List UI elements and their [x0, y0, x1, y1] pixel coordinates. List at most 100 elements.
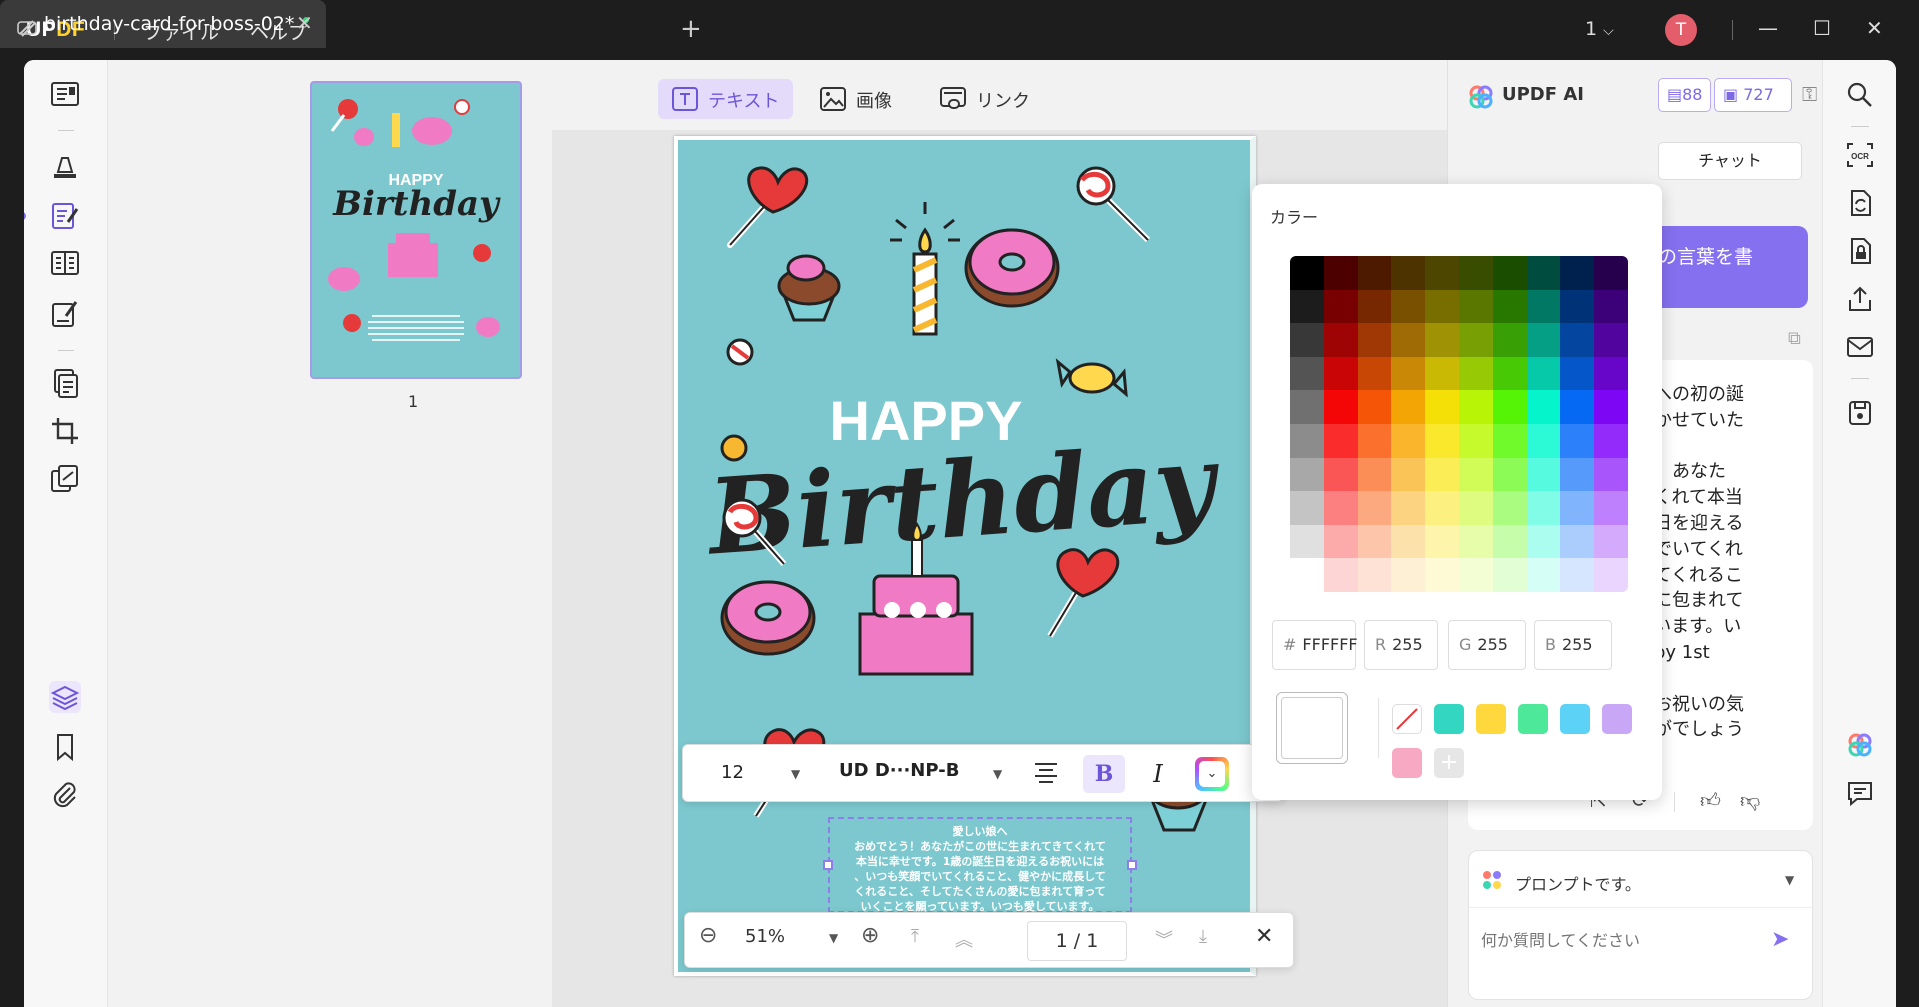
add-color-button[interactable]: +: [1434, 748, 1464, 778]
reader-icon[interactable]: [48, 78, 82, 112]
color-cell[interactable]: [1526, 256, 1561, 290]
color-cell[interactable]: [1458, 491, 1493, 525]
preset-swatch[interactable]: [1476, 704, 1506, 734]
organize-pages-icon[interactable]: [48, 246, 82, 280]
convert-icon[interactable]: [48, 366, 82, 400]
preset-swatch[interactable]: [1518, 704, 1548, 734]
search-icon[interactable]: [1845, 80, 1875, 110]
add-image-button[interactable]: 画像: [806, 79, 906, 119]
color-cell[interactable]: [1290, 289, 1324, 324]
edit-pdf-icon[interactable]: [48, 198, 82, 232]
color-cell[interactable]: [1323, 289, 1358, 324]
color-cell[interactable]: [1290, 457, 1324, 492]
color-cell[interactable]: [1290, 356, 1324, 391]
attachment-icon[interactable]: [48, 778, 82, 812]
lock-icon[interactable]: ⚿: [1802, 82, 1817, 106]
color-cell[interactable]: [1357, 390, 1392, 424]
bold-button[interactable]: B: [1083, 755, 1125, 793]
color-cell[interactable]: [1526, 323, 1561, 357]
color-cell[interactable]: [1323, 457, 1358, 492]
color-cell[interactable]: [1357, 256, 1392, 290]
color-cell[interactable]: [1391, 356, 1426, 391]
color-cell[interactable]: [1290, 423, 1324, 458]
color-cell[interactable]: [1526, 356, 1561, 391]
color-cell[interactable]: [1323, 491, 1358, 525]
color-cell[interactable]: [1357, 323, 1392, 357]
user-avatar[interactable]: T: [1665, 14, 1697, 46]
page-thumbnail[interactable]: HAPPY Birthday: [310, 81, 522, 379]
color-cell[interactable]: [1492, 256, 1527, 290]
color-cell[interactable]: [1357, 558, 1392, 592]
comment-highlight-icon[interactable]: [48, 148, 82, 182]
thumbs-down-icon[interactable]: 👎︎: [1740, 788, 1760, 813]
bookmark-icon[interactable]: [48, 730, 82, 764]
color-cell[interactable]: [1560, 289, 1595, 324]
tab-chat[interactable]: チャット: [1658, 142, 1802, 180]
preset-swatch[interactable]: [1392, 748, 1422, 778]
color-cell[interactable]: [1290, 558, 1324, 592]
color-cell[interactable]: [1458, 289, 1493, 324]
resize-handle-right[interactable]: [1127, 860, 1137, 870]
font-name-chevron-icon[interactable]: ▼: [993, 767, 1002, 781]
color-cell[interactable]: [1594, 491, 1628, 525]
zoom-level[interactable]: 51%: [745, 926, 785, 947]
share-icon[interactable]: [1845, 284, 1875, 314]
color-cell[interactable]: [1594, 390, 1628, 424]
color-cell[interactable]: [1492, 524, 1527, 559]
color-cell[interactable]: [1425, 558, 1459, 592]
color-cell[interactable]: [1323, 323, 1358, 357]
color-cell[interactable]: [1290, 390, 1324, 424]
color-cell[interactable]: [1560, 491, 1595, 525]
color-cell[interactable]: [1425, 323, 1459, 357]
last-page-icon[interactable]: ⤓: [1199, 926, 1207, 947]
color-cell[interactable]: [1458, 256, 1493, 290]
color-cell[interactable]: [1323, 558, 1358, 592]
color-cell[interactable]: [1323, 390, 1358, 424]
thumbs-up-icon[interactable]: 👍︎: [1700, 788, 1721, 813]
text-color-button[interactable]: ⌄: [1195, 757, 1229, 791]
font-size-chevron-icon[interactable]: ▼: [791, 767, 800, 781]
color-cell[interactable]: [1323, 423, 1358, 458]
add-link-button[interactable]: リンク: [926, 79, 1044, 119]
color-cell[interactable]: [1560, 558, 1595, 592]
color-cell[interactable]: [1458, 323, 1493, 357]
color-cell[interactable]: [1560, 524, 1595, 559]
color-cell[interactable]: [1391, 323, 1426, 357]
color-cell[interactable]: [1458, 423, 1493, 458]
color-cell[interactable]: [1425, 356, 1459, 391]
close-window-icon[interactable]: ✕: [1866, 16, 1883, 40]
send-icon[interactable]: ➤: [1771, 927, 1789, 952]
resize-handle-left[interactable]: [823, 860, 833, 870]
color-cell[interactable]: [1357, 524, 1392, 559]
color-cell[interactable]: [1526, 423, 1561, 458]
close-nav-icon[interactable]: ✕: [1255, 924, 1273, 949]
color-cell[interactable]: [1425, 491, 1459, 525]
preset-swatch[interactable]: [1560, 704, 1590, 734]
color-cell[interactable]: [1357, 491, 1392, 525]
save-icon[interactable]: [1845, 398, 1875, 428]
color-cell[interactable]: [1594, 457, 1628, 492]
color-cell[interactable]: [1492, 390, 1527, 424]
updf-ai-icon[interactable]: [1845, 730, 1875, 760]
color-cell[interactable]: [1425, 256, 1459, 290]
next-page-icon[interactable]: ︾: [1155, 926, 1173, 952]
color-cell[interactable]: [1391, 491, 1426, 525]
color-cell[interactable]: [1391, 390, 1426, 424]
comments-icon[interactable]: [1845, 778, 1875, 808]
page-input[interactable]: 1 / 1: [1027, 921, 1127, 961]
previous-page-icon[interactable]: ︽: [955, 926, 973, 952]
color-cell[interactable]: [1357, 457, 1392, 492]
color-cell[interactable]: [1391, 524, 1426, 559]
font-size-select[interactable]: 12: [721, 762, 744, 783]
window-counter[interactable]: 1 ⌵: [1585, 18, 1614, 40]
first-page-icon[interactable]: ⤒: [911, 926, 919, 947]
color-cell[interactable]: [1526, 558, 1561, 592]
zoom-in-icon[interactable]: ⊕: [861, 923, 879, 948]
color-cell[interactable]: [1492, 491, 1527, 525]
color-cell[interactable]: [1425, 524, 1459, 559]
italic-button[interactable]: I: [1141, 755, 1175, 793]
color-cell[interactable]: [1492, 289, 1527, 324]
color-cell[interactable]: [1594, 356, 1628, 391]
color-cell[interactable]: [1594, 323, 1628, 357]
color-cell[interactable]: [1425, 289, 1459, 324]
